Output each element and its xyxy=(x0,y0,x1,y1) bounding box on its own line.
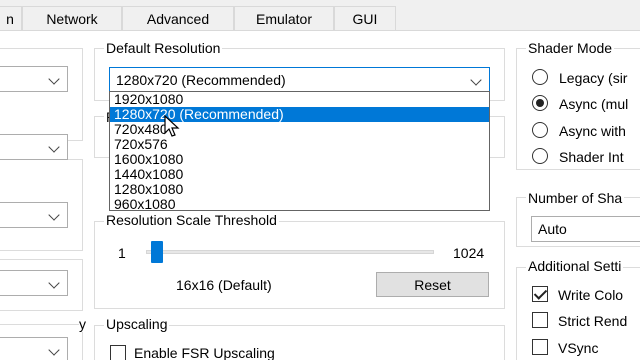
left-combo-5[interactable] xyxy=(0,337,68,360)
vsync-checkbox[interactable] xyxy=(532,339,548,355)
slider-min-label: 1 xyxy=(118,245,126,261)
chevron-down-icon xyxy=(48,73,60,85)
left-group-4-title: y xyxy=(79,316,86,332)
default-resolution-title: Default Resolution xyxy=(104,40,223,56)
chevron-down-icon xyxy=(48,277,60,289)
shader-radio-3-label: Shader Int xyxy=(559,149,624,165)
shader-mode-title: Shader Mode xyxy=(526,40,615,56)
tab-partial[interactable]: n xyxy=(0,6,22,31)
shader-radio-1[interactable] xyxy=(532,95,548,111)
shader-radio-2-label: Async with xyxy=(559,123,626,139)
chevron-down-icon xyxy=(470,74,482,86)
resolution-scale-thumb[interactable] xyxy=(151,241,163,263)
left-combo-2[interactable] xyxy=(0,134,68,160)
left-combo-4[interactable] xyxy=(0,270,68,296)
tab-label: Network xyxy=(46,11,98,27)
write-color-checkbox[interactable] xyxy=(532,286,548,302)
fsr-checkbox[interactable] xyxy=(110,345,126,360)
resolution-scale-track[interactable] xyxy=(146,250,434,254)
tab-label: Advanced xyxy=(146,11,210,27)
default-resolution-combo[interactable]: 1280x720 (Recommended) xyxy=(109,67,490,93)
resolution-option[interactable]: 1280x1080 xyxy=(110,182,489,197)
shader-count-value: Auto xyxy=(538,221,567,237)
left-combo-1[interactable] xyxy=(0,66,68,92)
strict-render-label: Strict Rend xyxy=(558,313,628,329)
vsync-label: VSync xyxy=(558,340,599,356)
tab-label: GUI xyxy=(352,11,378,27)
shader-radio-0[interactable] xyxy=(532,69,548,85)
resolution-scale-value: 16x16 (Default) xyxy=(176,277,272,293)
tab-emulator[interactable]: Emulator xyxy=(234,6,334,31)
shader-radio-0-label: Legacy (sir xyxy=(559,70,628,86)
left-group-1 xyxy=(0,48,83,141)
shader-count-title: Number of Sha xyxy=(526,190,625,206)
shader-radio-2[interactable] xyxy=(532,122,548,138)
resolution-scale-title: Resolution Scale Threshold xyxy=(104,212,279,228)
fsr-label: Enable FSR Upscaling xyxy=(134,345,275,360)
upscaling-title: Upscaling xyxy=(104,316,170,332)
reset-button-label: Reset xyxy=(414,276,451,293)
tab-label: Emulator xyxy=(255,11,313,27)
mouse-cursor-icon xyxy=(164,115,180,137)
resolution-option[interactable]: 1920x1080 xyxy=(110,92,489,107)
resolution-option[interactable]: 1440x1080 xyxy=(110,167,489,182)
resolution-option[interactable]: 720x576 xyxy=(110,137,489,152)
default-resolution-value: 1280x720 (Recommended) xyxy=(116,72,286,88)
tab-label: n xyxy=(6,11,14,27)
chevron-down-icon xyxy=(48,141,60,153)
write-color-label: Write Colo xyxy=(558,287,624,303)
slider-max-label: 1024 xyxy=(453,245,485,261)
chevron-down-icon xyxy=(48,344,60,356)
tab-advanced[interactable]: Advanced xyxy=(122,6,234,31)
tab-gui[interactable]: GUI xyxy=(334,6,396,31)
strict-render-checkbox[interactable] xyxy=(532,312,548,328)
resolution-dropdown-list: 1920x1080 1280x720 (Recommended) 720x480 72… xyxy=(109,91,490,212)
shader-count-combo[interactable]: Auto xyxy=(531,216,640,242)
resolution-option[interactable]: 960x1080 xyxy=(110,197,489,212)
chevron-down-icon xyxy=(48,209,60,221)
additional-settings-title: Additional Setti xyxy=(526,258,624,274)
shader-radio-3[interactable] xyxy=(532,148,548,164)
shader-radio-1-label: Async (mul xyxy=(559,96,629,112)
reset-button[interactable]: Reset xyxy=(376,272,489,297)
resolution-option[interactable]: 1600x1080 xyxy=(110,152,489,167)
tab-network[interactable]: Network xyxy=(22,6,122,31)
left-combo-3[interactable] xyxy=(0,202,68,228)
